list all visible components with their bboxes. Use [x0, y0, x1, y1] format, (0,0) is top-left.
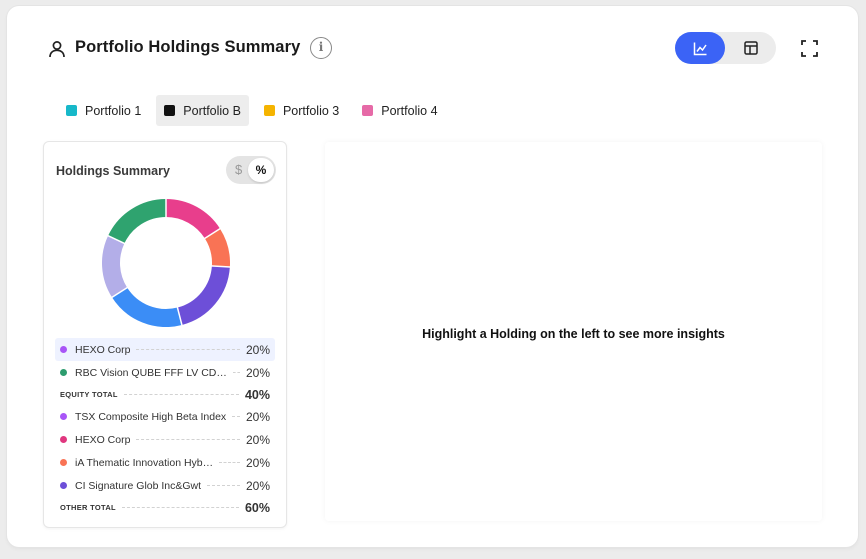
dotted-leader [207, 485, 240, 486]
unit-toggle[interactable]: $ % [226, 156, 276, 184]
total-label: OTHER TOTAL [60, 503, 116, 512]
chart-view-icon [693, 42, 707, 55]
holding-color-dot [60, 459, 67, 466]
portfolio-tab-label: Portfolio B [183, 103, 241, 118]
portfolio-tab-label: Portfolio 1 [85, 103, 142, 118]
insights-message: Highlight a Holding on the left to see m… [422, 327, 725, 341]
chart-view-button[interactable] [675, 32, 725, 64]
portfolio-color-swatch [263, 105, 275, 116]
total-label: EQUITY TOTAL [60, 390, 118, 399]
holding-percent: 20% [245, 432, 270, 447]
portfolio-tab-3[interactable]: Portfolio 3 [256, 95, 347, 126]
holding-row[interactable]: HEXO Corp 20% [55, 428, 275, 451]
portfolio-tab-4[interactable]: Portfolio 4 [354, 95, 445, 126]
portfolio-color-swatch [66, 105, 77, 116]
portfolio-color-swatch [362, 105, 374, 116]
portfolio-color-swatch [164, 105, 176, 116]
holding-name: TSX Composite High Beta Index [75, 410, 227, 423]
holding-color-dot [60, 413, 67, 420]
holding-row[interactable]: CI Signature Glob Inc&Gwt 20% [55, 474, 275, 497]
expand-button[interactable] [798, 37, 820, 59]
holding-color-dot [60, 369, 67, 376]
total-percent: 40% [244, 387, 270, 402]
holding-name: HEXO Corp [75, 433, 131, 446]
dotted-leader [121, 507, 239, 508]
holdings-donut-chart [102, 199, 230, 327]
donut-segment-3[interactable] [177, 265, 230, 325]
total-percent: 60% [244, 500, 270, 515]
holding-name: RBC Vision QUBE FFF LV CDN… [75, 366, 227, 379]
dollar-option[interactable]: $ [235, 162, 242, 177]
dotted-leader [232, 416, 240, 417]
dotted-leader [136, 349, 240, 350]
holdings-total-row: OTHER TOTAL 60% [55, 497, 275, 518]
user-icon [49, 41, 65, 58]
holding-percent: 20% [245, 409, 270, 424]
insights-panel: Highlight a Holding on the left to see m… [325, 142, 822, 521]
holding-row[interactable]: TSX Composite High Beta Index 20% [55, 405, 275, 428]
holding-name: HEXO Corp [75, 343, 131, 356]
page-title: Portfolio Holdings Summary [75, 38, 301, 56]
table-view-button[interactable] [726, 32, 776, 64]
donut-segment-2[interactable] [204, 228, 230, 268]
portfolio-tab-2[interactable]: Portfolio B [156, 95, 249, 126]
holdings-total-row: EQUITY TOTAL 40% [55, 384, 275, 405]
portfolio-tab-1[interactable]: Portfolio 1 [58, 95, 149, 126]
holding-color-dot [60, 346, 67, 353]
expand-icon [800, 39, 818, 57]
dotted-leader [136, 439, 240, 440]
donut-segment-5[interactable] [102, 235, 128, 298]
holding-color-dot [60, 436, 67, 443]
view-toggle [675, 32, 776, 64]
holding-name: iA Thematic Innovation Hyb… [75, 456, 214, 469]
holding-color-dot [60, 482, 67, 489]
dotted-leader [123, 394, 239, 395]
portfolio-tabs: Portfolio 1 Portfolio B Portfolio 3 Portfol… [58, 95, 453, 126]
portfolio-tab-label: Portfolio 3 [282, 103, 340, 118]
donut-segment-6[interactable] [108, 199, 167, 244]
dotted-leader [219, 462, 240, 463]
holding-percent: 20% [245, 342, 270, 357]
holdings-summary-panel: Holdings Summary $ % HEXO Corp 20% RBC Vis… [43, 141, 287, 528]
holdings-list: HEXO Corp 20% RBC Vision QUBE FFF LV CDN… 2… [55, 338, 275, 518]
holding-percent: 20% [245, 455, 270, 470]
holding-row[interactable]: RBC Vision QUBE FFF LV CDN… 20% [55, 361, 275, 384]
donut-segment-4[interactable] [111, 287, 182, 327]
dotted-leader [233, 372, 240, 373]
holdings-summary-title: Holdings Summary [56, 164, 170, 178]
holding-name: CI Signature Glob Inc&Gwt [75, 479, 202, 492]
holding-percent: 20% [245, 478, 270, 493]
donut-segment-1[interactable] [165, 199, 221, 239]
holding-row[interactable]: HEXO Corp 20% [55, 338, 275, 361]
info-icon[interactable]: i [310, 37, 332, 59]
holding-row[interactable]: iA Thematic Innovation Hyb… 20% [55, 451, 275, 474]
portfolio-tab-label: Portfolio 4 [381, 103, 438, 118]
percent-option[interactable]: % [248, 158, 274, 182]
holding-percent: 20% [245, 365, 270, 380]
table-view-icon [744, 41, 758, 55]
